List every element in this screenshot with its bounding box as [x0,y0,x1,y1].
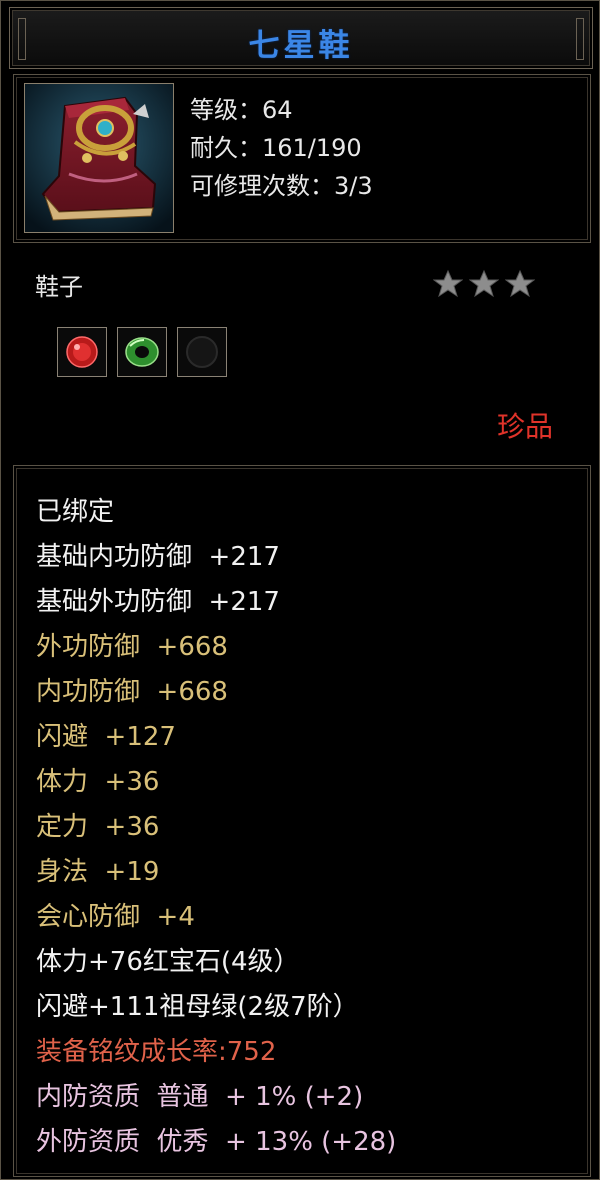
attribute-line: 内功防御 +668 [36,677,228,707]
title-bar: 七星鞋 [9,7,593,69]
attribute-line: 闪避+111祖母绿(2级7阶） [36,992,359,1022]
gem-sockets [57,327,227,377]
attribute-line: 身法 +19 [36,857,160,887]
attribute-line: 体力+76红宝石(4级） [36,947,300,977]
star-rating [433,269,535,299]
attribute-line: 装备铭纹成长率:752 [36,1037,277,1067]
attribute-line: 内防资质 普通 + 1% (+2) [36,1082,364,1112]
emerald-gem-icon [117,327,167,377]
item-info-box: 等级：64 耐久：161/190 可修理次数：3/3 [13,74,591,243]
star-icon [433,269,463,298]
item-type: 鞋子 [35,273,83,301]
attribute-line: 基础内功防御 +217 [36,542,280,572]
item-stats: 等级：64 耐久：161/190 可修理次数：3/3 [190,91,373,205]
attribute-line: 体力 +36 [36,767,160,797]
attribute-line: 已绑定 [36,497,115,527]
boot-icon [24,83,174,233]
attribute-line: 外防资质 优秀 + 13% (+28) [36,1127,397,1157]
attribute-line: 基础外功防御 +217 [36,587,280,617]
item-tooltip: 七星鞋 等级：64 耐久：161/190 可修理次数：3/3 鞋子 珍品 已绑定… [0,0,600,1180]
empty-socket-icon [177,327,227,377]
rarity-label: 珍品 [496,410,553,443]
attribute-line: 定力 +36 [36,812,160,842]
star-icon [505,269,535,298]
star-icon [469,269,499,298]
ruby-gem-icon [57,327,107,377]
item-repair-count: 可修理次数：3/3 [190,172,373,200]
attribute-line: 外功防御 +668 [36,632,228,662]
item-durability: 耐久：161/190 [190,134,362,162]
item-name: 七星鞋 [248,28,354,64]
attribute-list: 已绑定基础内功防御 +217 基础外功防御 +217 外功防御 +668 内功防御 +… [36,490,396,1165]
attributes-panel: 已绑定基础内功防御 +217 基础外功防御 +217 外功防御 +668 内功防御 +… [13,465,591,1177]
item-level: 等级：64 [190,96,293,124]
attribute-line: 闪避 +127 [36,722,176,752]
attribute-line: 会心防御 +4 [36,902,195,932]
